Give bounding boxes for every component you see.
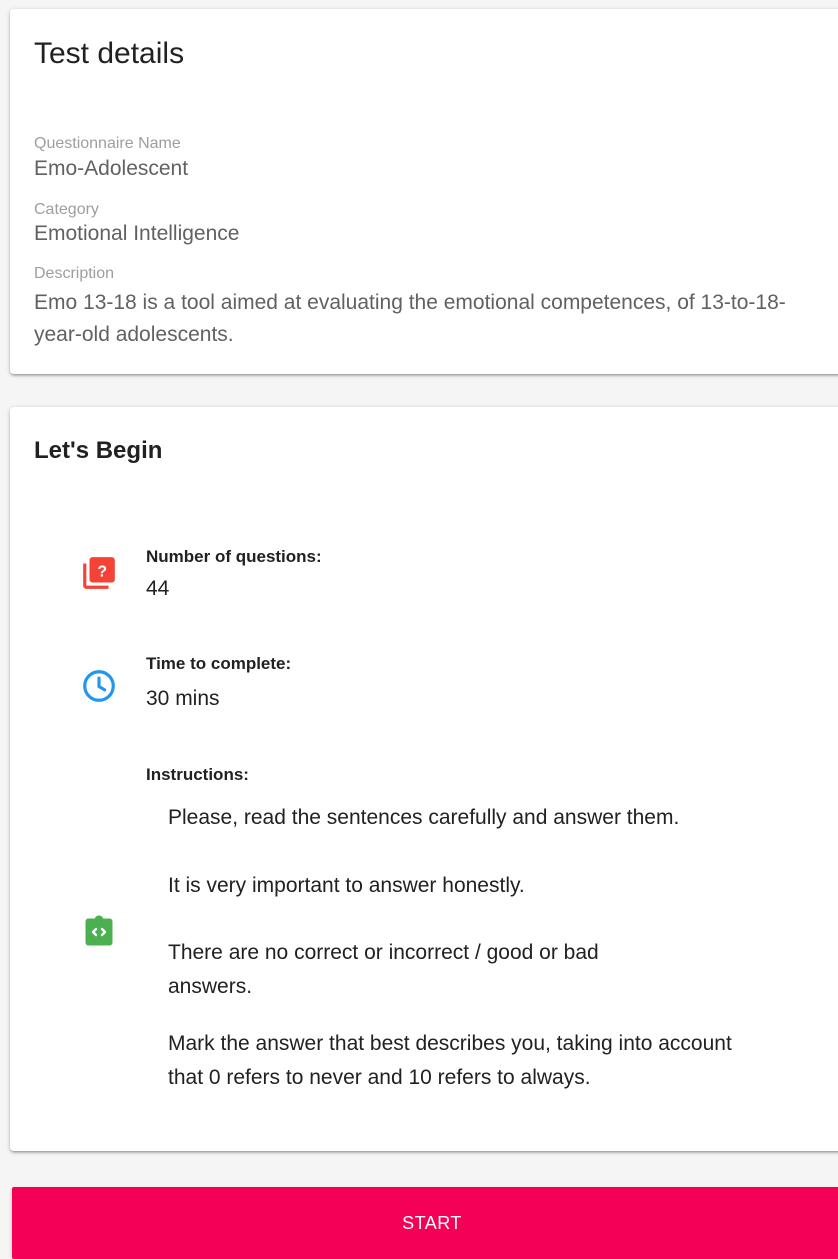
lets-begin-card: Let's Begin ? Number of questions: 44 Ti… [10, 407, 838, 1151]
test-details-card: Test details Questionnaire Name Emo-Adol… [10, 9, 838, 374]
time-to-complete-label: Time to complete: [146, 654, 292, 673]
test-details-title: Test details [34, 37, 185, 70]
description-label: Description [34, 265, 115, 282]
start-button[interactable]: START [12, 1187, 838, 1259]
svg-text:?: ? [97, 563, 107, 580]
number-of-questions-value: 44 [146, 577, 170, 600]
question-library-icon: ? [80, 554, 118, 597]
category-label: Category [34, 201, 99, 218]
instruction-item: It is very important to answer honestly. [168, 874, 525, 897]
description-value: Emo 13-18 is a tool aimed at evaluating … [34, 291, 786, 346]
questionnaire-name-value: Emo-Adolescent [34, 157, 189, 180]
instruction-item: Mark the answer that best describes you,… [168, 1032, 732, 1089]
instruction-item: Please, read the sentences carefully and… [168, 806, 680, 829]
questionnaire-name-label: Questionnaire Name [34, 135, 181, 152]
number-of-questions-label: Number of questions: [146, 547, 322, 566]
clock-icon [80, 667, 118, 710]
category-value: Emotional Intelligence [34, 222, 240, 245]
assignment-code-icon [81, 914, 117, 955]
instructions-label: Instructions: [146, 765, 249, 784]
time-to-complete-value: 30 mins [146, 687, 220, 710]
lets-begin-title: Let's Begin [34, 437, 163, 464]
instruction-item: There are no correct or incorrect / good… [168, 941, 599, 998]
